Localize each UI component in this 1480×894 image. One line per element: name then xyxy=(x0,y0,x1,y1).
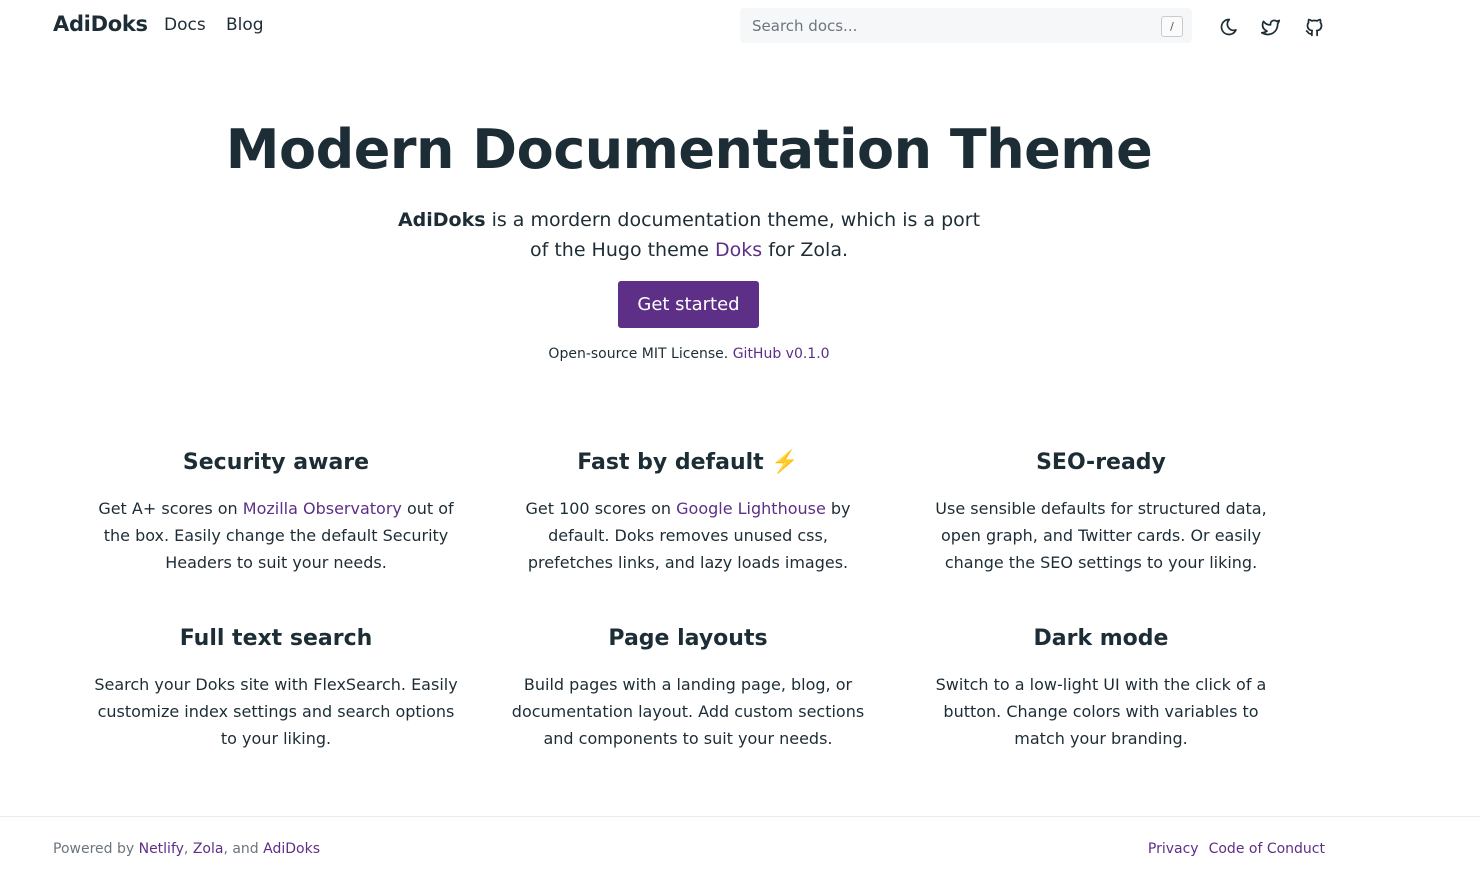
netlify-link[interactable]: Netlify xyxy=(139,841,184,857)
doks-link[interactable]: Doks xyxy=(715,239,762,261)
hero-lead-text-2: for Zola. xyxy=(762,239,849,261)
feature-text: Switch to a low-light UI with the click … xyxy=(935,675,1267,748)
feature-fast: Fast by default ⚡️ Get 100 scores on Goo… xyxy=(503,448,873,576)
separator: , xyxy=(183,841,193,857)
feature-text: Get A+ scores on Mozilla Observatory out… xyxy=(91,495,461,576)
twitter-icon[interactable] xyxy=(1258,15,1282,39)
feature-title: SEO-ready xyxy=(1036,450,1166,475)
footer-links: Privacy Code of Conduct xyxy=(1138,841,1325,857)
feature-search: Full text search Search your Doks site w… xyxy=(91,624,461,752)
feature-title: Dark mode xyxy=(1033,626,1169,651)
moon-icon[interactable] xyxy=(1217,15,1241,39)
feature-layouts: Page layouts Build pages with a landing … xyxy=(503,624,873,752)
code-of-conduct-link[interactable]: Code of Conduct xyxy=(1209,841,1325,857)
powered-by: Powered by Netlify, Zola, and AdiDoks xyxy=(53,841,320,857)
search-box: / xyxy=(740,8,1192,43)
hero-title: Modern Documentation Theme xyxy=(225,118,1153,181)
license-note: Open-source MIT License. GitHub v0.1.0 xyxy=(0,346,1378,362)
adidoks-link[interactable]: AdiDoks xyxy=(263,841,320,857)
feature-title: Page layouts xyxy=(608,626,768,651)
feature-dark-mode: Dark mode Switch to a low-light UI with … xyxy=(916,624,1286,752)
nav-docs-link[interactable]: Docs xyxy=(164,15,206,35)
feature-text-pre: Get A+ scores on xyxy=(98,499,243,518)
feature-security: Security aware Get A+ scores on Mozilla … xyxy=(91,448,461,576)
feature-title: Full text search xyxy=(179,626,373,651)
separator: , and xyxy=(223,841,264,857)
google-lighthouse-link[interactable]: Google Lighthouse xyxy=(676,499,826,518)
site-footer: Powered by Netlify, Zola, and AdiDoks Pr… xyxy=(0,816,1480,894)
hero-lead-brand: AdiDoks xyxy=(397,209,486,231)
github-icon[interactable] xyxy=(1302,15,1326,39)
brand-logo[interactable]: AdiDoks xyxy=(53,12,148,36)
github-version-link[interactable]: GitHub v0.1.0 xyxy=(733,346,830,362)
hero-lead: AdiDoks is a mordern documentation theme… xyxy=(389,205,989,265)
feature-text-pre: Get 100 scores on xyxy=(525,499,677,518)
zola-link[interactable]: Zola xyxy=(193,841,224,857)
powered-by-text: Powered by xyxy=(53,841,139,857)
search-shortcut-key: / xyxy=(1161,16,1183,37)
feature-text: Use sensible defaults for structured dat… xyxy=(935,499,1267,572)
feature-title: Security aware xyxy=(182,450,370,475)
site-header: AdiDoks Docs Blog / xyxy=(0,0,1480,52)
feature-title: Fast by default ⚡️ xyxy=(577,450,799,475)
feature-text: Search your Doks site with FlexSearch. E… xyxy=(94,675,458,748)
mozilla-observatory-link[interactable]: Mozilla Observatory xyxy=(243,499,402,518)
search-input[interactable] xyxy=(740,8,1192,43)
feature-seo: SEO-ready Use sensible defaults for stru… xyxy=(916,448,1286,576)
nav-blog-link[interactable]: Blog xyxy=(226,15,264,35)
privacy-link[interactable]: Privacy xyxy=(1148,841,1199,857)
get-started-button[interactable]: Get started xyxy=(618,281,759,328)
license-text: Open-source MIT License. xyxy=(548,346,733,362)
feature-text: Build pages with a landing page, blog, o… xyxy=(511,675,865,748)
feature-text: Get 100 scores on Google Lighthouse by d… xyxy=(503,495,873,576)
